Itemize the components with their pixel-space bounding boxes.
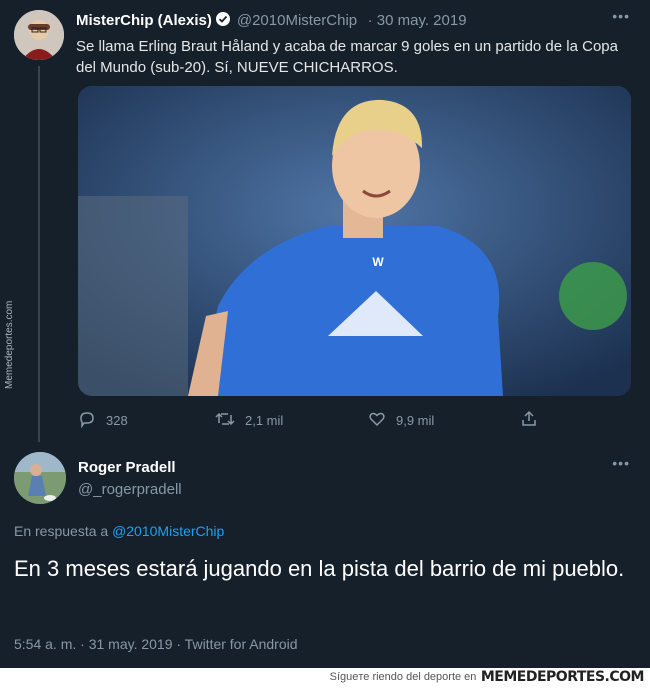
reply-text: En 3 meses estará jugando en la pista de… bbox=[14, 556, 625, 581]
more-options-icon[interactable]: ••• bbox=[612, 8, 630, 24]
misterchip-avatar[interactable] bbox=[14, 10, 64, 60]
author-handle[interactable]: @2010MisterChip bbox=[237, 12, 357, 29]
reply-to-prefix: En respuesta a bbox=[14, 523, 109, 539]
like-action[interactable]: 9,9 mil bbox=[368, 410, 434, 431]
reply-more-options-icon[interactable]: ••• bbox=[612, 455, 630, 471]
reply-to-link[interactable]: @2010MisterChip bbox=[112, 523, 224, 539]
reply-icon bbox=[78, 410, 96, 431]
heart-icon bbox=[368, 410, 386, 431]
share-action[interactable] bbox=[520, 410, 538, 431]
reply-context: En respuesta a @2010MisterChip bbox=[14, 523, 224, 539]
footer-brand[interactable]: MEMEDEPORTES.COM bbox=[481, 669, 645, 685]
like-count: 9,9 mil bbox=[396, 413, 435, 428]
footer-prefix: Sígueте riendo del deporte en bbox=[329, 670, 477, 683]
author-name[interactable]: MisterChip (Alexis) bbox=[76, 12, 212, 29]
retweet-icon bbox=[215, 410, 235, 431]
reply-author-name[interactable]: Roger Pradell bbox=[78, 459, 176, 476]
svg-text:W: W bbox=[372, 255, 384, 269]
tweet-text: Se llama Erling Braut Håland y acaba de … bbox=[76, 38, 618, 76]
tweet-actions: 328 2,1 mil 9,9 mil bbox=[78, 410, 638, 432]
tweet-photo[interactable]: W bbox=[78, 86, 631, 396]
tweet-date[interactable]: · 30 may. 2019 bbox=[368, 12, 467, 29]
original-tweet: MisterChip (Alexis) @2010MisterChip · 30 … bbox=[0, 0, 650, 442]
share-icon bbox=[520, 410, 538, 431]
reply-author-handle[interactable]: @_rogerpradell bbox=[78, 481, 182, 498]
reply-action[interactable]: 328 bbox=[78, 410, 128, 431]
verified-badge-icon bbox=[215, 11, 231, 32]
retweet-action[interactable]: 2,1 mil bbox=[215, 410, 283, 431]
reply-header: Roger Pradell @_rogerpradell bbox=[78, 459, 182, 498]
reply-metadata[interactable]: 5:54 a. m. · 31 may. 2019 · Twitter for … bbox=[14, 636, 298, 652]
reply-count: 328 bbox=[106, 413, 128, 428]
tweet-header: MisterChip (Alexis) @2010MisterChip · 30 … bbox=[76, 11, 467, 32]
retweet-count: 2,1 mil bbox=[245, 413, 284, 428]
footer-watermark: Sígueте riendo del deporte en MEMEDEPORT… bbox=[0, 668, 650, 688]
player-photo: W bbox=[78, 86, 631, 396]
thread-line bbox=[38, 66, 40, 442]
side-watermark: Memedeportes.com bbox=[4, 300, 15, 390]
roger-pradell-avatar[interactable] bbox=[14, 452, 66, 504]
